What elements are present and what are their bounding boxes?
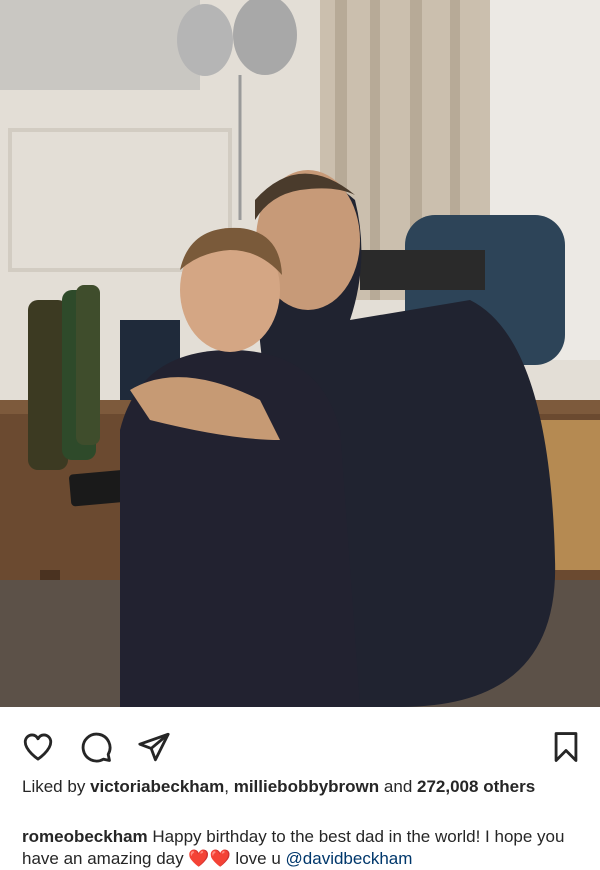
bookmark-icon: [554, 732, 578, 762]
photo-illustration: [0, 0, 600, 707]
liked-by-user-link[interactable]: victoriabeckham: [90, 777, 224, 796]
likes-suffix[interactable]: others: [483, 777, 535, 796]
likes-prefix: Liked by: [22, 777, 86, 796]
heart-outline-icon: [23, 733, 53, 761]
post-photo[interactable]: [0, 0, 600, 707]
likes-separator: ,: [224, 777, 229, 796]
comment-button[interactable]: [76, 727, 116, 767]
speech-bubble-icon: [81, 732, 112, 763]
heart-emoji-icon: ❤️❤️: [188, 849, 231, 868]
likes-count[interactable]: 272,008: [417, 777, 478, 796]
caption-username-link[interactable]: romeobeckham: [22, 827, 148, 846]
liked-by-user-link[interactable]: milliebobbybrown: [234, 777, 379, 796]
likes-and-text: and: [383, 777, 413, 796]
likes-summary: Liked by victoriabeckham, milliebobbybro…: [22, 776, 582, 797]
paper-plane-icon: [138, 732, 170, 762]
save-button[interactable]: [546, 727, 586, 767]
caption-mention-link[interactable]: @davidbeckham: [286, 849, 413, 868]
caption-after-emoji: love u: [235, 849, 281, 868]
like-button[interactable]: [18, 727, 58, 767]
post-caption: romeobeckham Happy birthday to the best …: [22, 826, 582, 870]
post-actions-bar: [0, 707, 600, 777]
share-button[interactable]: [134, 727, 174, 767]
